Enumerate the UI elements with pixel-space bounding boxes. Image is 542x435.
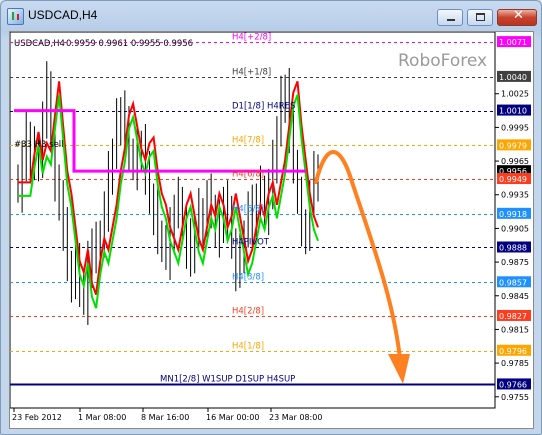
level-label: H4[5/8] [232,205,264,215]
price-label: 0.9815 [501,325,529,334]
time-label: 1 Mar 08:00 [78,413,126,422]
ohlc-readout: 0.9959 0.9961 0.9955 0.9956 [66,39,193,49]
level-label: D1[1/8] H4RES [232,102,295,112]
minimize-button[interactable] [437,9,463,26]
price-label: 0.9935 [501,191,529,200]
price-label: 0.9995 [501,123,529,132]
price-badge-label: 0.9766 [499,380,527,389]
maximize-button[interactable] [467,9,493,26]
price-badge-label: 0.9888 [499,243,527,252]
price-chart[interactable]: USDCAD,H4 0.9959 0.9961 0.9955 0.9956 Ro… [10,32,533,428]
level-label: H4[+2/8] [232,33,271,43]
chart-window: USDCAD,H4 ✕ USDCAD,H4 0.9959 0.9961 0.99… [0,0,542,435]
chart-window-icon[interactable] [7,8,24,25]
watermark-logo: RoboForex [398,51,487,71]
price-badge-label: 0.9949 [499,175,527,184]
level-label: H4[6/8] [232,170,264,180]
level-label: H4[1/8] [232,342,264,352]
time-label: 23 Feb 2012 [12,413,62,422]
level-label: H4[2/8] [232,307,264,317]
price-label: 0.9845 [501,292,529,301]
price-badge-label: 1.0040 [499,73,527,82]
price-label: 0.9875 [501,258,529,267]
price-badge-label: 0.9796 [499,347,527,356]
price-badge-label: 0.9827 [499,312,527,321]
time-label: 8 Mar 16:00 [141,413,189,422]
indicator-text: #33 H3 sell [14,140,64,150]
price-badge-label: 1.0071 [499,38,527,47]
price-label: 0.9965 [501,157,529,166]
title-bar[interactable]: USDCAD,H4 ✕ [1,1,541,31]
price-label: 0.9755 [501,393,529,402]
time-label: 23 Mar 08:00 [269,413,322,422]
chart-area[interactable]: USDCAD,H4 0.9959 0.9961 0.9955 0.9956 Ro… [9,31,534,429]
level-label: H4[+1/8] [232,68,271,78]
close-icon: ✕ [513,8,524,23]
symbol-label: USDCAD,H4 [14,39,65,49]
price-label: 0.9785 [501,359,529,368]
price-badge-label: 0.9979 [499,141,527,150]
minimize-icon [447,19,455,21]
price-badge-label: 1.0010 [499,107,527,116]
price-badge-label: 0.9918 [499,210,527,219]
level-label: H4[3/8] [232,273,264,283]
level-label: MN1[2/8] W1SUP D1SUP H4SUP [160,375,295,385]
price-badge-label: 0.9857 [499,278,527,287]
price-label: 0.9905 [501,224,529,233]
maximize-icon [476,13,485,21]
window-title: USDCAD,H4 [28,8,98,22]
time-label: 16 Mar 00:00 [206,413,259,422]
price-label: 1.0025 [501,90,529,99]
level-label: H4PIVOT [232,238,270,248]
close-button[interactable]: ✕ [497,8,537,26]
time-axis: 23 Feb 2012 1 Mar 08:00 8 Mar 16:00 16 Mar … [12,408,322,422]
level-label: H4[7/8] [232,136,264,146]
